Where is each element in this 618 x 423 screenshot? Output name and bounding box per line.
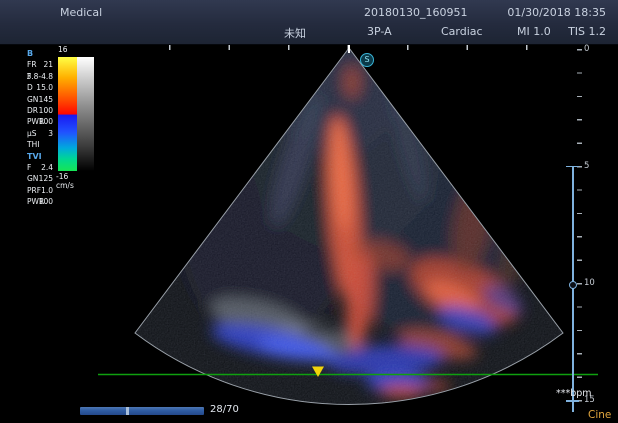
param-value: 3: [48, 128, 53, 139]
param-row-gn: GN145: [27, 94, 53, 105]
param-label: F: [27, 163, 31, 172]
heart-rate-value: ***bpm: [556, 388, 592, 399]
param-row-thi: THI: [27, 139, 53, 150]
param-row-tvi-pwr: PWR100: [27, 196, 53, 207]
param-row-pwr: PWR100: [27, 116, 53, 127]
cine-scrubber-track[interactable]: [80, 407, 204, 415]
cine-mode-label: Cine: [588, 409, 611, 421]
tvi-roi-top-cap: [566, 166, 579, 168]
grayscale-bar: [77, 57, 94, 171]
b-mode-label: B: [27, 48, 53, 59]
datetime: 01/30/2018 18:35: [507, 6, 606, 19]
param-value: 15.0: [36, 82, 53, 93]
param-label: D: [27, 83, 33, 92]
ultrasound-screen: S Medical 20180130_160951 01/30/2018 18:…: [0, 0, 618, 423]
param-row-tvi-f: F 2.4: [27, 162, 53, 173]
tis-value: TIS 1.2: [568, 25, 606, 38]
exam-preset: Cardiac: [441, 25, 483, 38]
param-row-tvi-gn: GN125: [27, 173, 53, 184]
depth-ruler-ticks: [577, 49, 582, 404]
param-value: 2.4: [41, 162, 53, 173]
depth-label-0: 0: [584, 44, 589, 54]
param-label: GN: [27, 95, 38, 104]
apex-center-tick: [348, 45, 350, 53]
tvi-roi-bottom-cap: [566, 400, 579, 402]
param-row-dr: DR100: [27, 105, 53, 116]
param-row-tvi-prf: PRF1.0: [27, 185, 53, 196]
param-row-us: µS 3: [27, 128, 53, 139]
tvi-roi-range-line: [572, 166, 574, 412]
top-scale-ticks: [169, 45, 533, 50]
header-bar: Medical 20180130_160951 01/30/2018 18:35…: [0, 0, 618, 45]
frame-counter: 28/70: [210, 404, 239, 415]
focus-marker-icon: [569, 281, 577, 289]
param-label: THI: [27, 140, 39, 149]
exam-id: 20180130_160951: [364, 6, 467, 19]
probe-name: 3P-A: [367, 25, 392, 38]
param-label: GN: [27, 174, 38, 183]
param-value: 100: [39, 116, 53, 127]
param-value: 100: [39, 105, 53, 116]
param-value: 3.8-4.8: [26, 71, 53, 82]
parameter-panel: B FR21 F3.8-4.8 D15.0 GN145 DR100 PWR100…: [27, 48, 53, 207]
velocity-colorbar: [58, 57, 77, 171]
cine-scrubber-handle[interactable]: [126, 407, 129, 415]
mi-value: MI 1.0: [517, 25, 551, 38]
colorbar-max-label: 16: [58, 45, 68, 54]
param-value: 125: [39, 173, 53, 184]
param-row-f: F3.8-4.8: [27, 71, 53, 82]
param-label: µS: [27, 129, 37, 138]
param-row-fr: FR 21: [27, 59, 53, 70]
patient-name: 未知: [284, 25, 306, 41]
param-value: 21: [43, 59, 53, 70]
param-label: PRF: [27, 186, 41, 195]
param-row-d: D15.0: [27, 82, 53, 93]
param-value: 1.0: [41, 185, 53, 196]
tvi-mode-label: TVI: [27, 151, 53, 162]
colorbar-unit-label: cm/s: [56, 181, 74, 190]
colorbar-min-label: -16: [56, 172, 68, 181]
param-label: FR: [27, 60, 37, 69]
param-value: 145: [39, 94, 53, 105]
param-label: DR: [27, 106, 38, 115]
depth-label-10: 10: [584, 278, 595, 288]
hospital-name: Medical: [60, 6, 102, 19]
param-value: 100: [39, 196, 53, 207]
probe-orientation-icon: S: [360, 53, 374, 67]
depth-label-5: 5: [584, 161, 589, 171]
